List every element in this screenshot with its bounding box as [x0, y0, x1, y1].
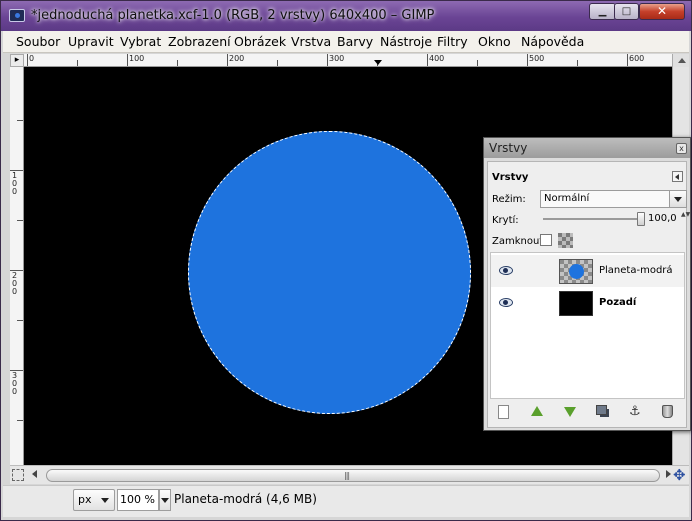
duplicate-layer-icon[interactable]: [596, 405, 607, 415]
layer-thumbnail: [559, 259, 593, 284]
vertical-ruler[interactable]: 100 200 300: [10, 67, 24, 465]
menu-filtry[interactable]: Filtry: [437, 34, 468, 49]
delete-layer-icon[interactable]: [662, 405, 673, 418]
horizontal-ruler[interactable]: 0 100 200 300 400 500 600: [24, 54, 672, 67]
ruler-label: 300: [329, 54, 345, 63]
window-title: *jednoduchá planetka.xcf-1.0 (RGB, 2 vrs…: [31, 8, 435, 23]
pointer-position-marker: [374, 60, 382, 65]
layer-row-pozadi[interactable]: Pozadí: [491, 287, 684, 319]
scroll-right-arrow-icon[interactable]: [666, 470, 671, 478]
minimize-button[interactable]: ▁: [589, 3, 616, 20]
menu-upravit[interactable]: Upravit: [68, 34, 114, 49]
scroll-left-arrow-icon[interactable]: [32, 470, 37, 478]
zoom-dropdown-button[interactable]: [159, 489, 171, 511]
ruler-minor-tick: [77, 60, 78, 66]
menu-obrazek[interactable]: Obrázek: [234, 34, 286, 49]
ruler-tick: [227, 54, 228, 66]
raise-layer-icon[interactable]: [530, 405, 544, 419]
ruler-tick: [627, 54, 628, 66]
ruler-minor-tick: [17, 320, 23, 321]
ruler-minor-tick: [477, 60, 478, 66]
layer-name: Planeta-modrá: [599, 265, 673, 276]
layers-dialog-title: Vrstvy: [489, 141, 528, 155]
new-layer-icon[interactable]: [498, 405, 509, 419]
chevron-down-icon: [101, 498, 109, 503]
layer-list: Planeta-modrá Pozadí: [490, 252, 685, 399]
status-bar: px 100 % Planeta-modrá (4,6 MB): [3, 485, 689, 517]
navigate-icon[interactable]: ✥: [673, 467, 686, 483]
menu-nastroje[interactable]: Nástroje: [380, 34, 432, 49]
ruler-label: 400: [429, 54, 445, 63]
menu-barvy[interactable]: Barvy: [337, 34, 373, 49]
ruler-tick: [127, 54, 128, 66]
dock-menu-button[interactable]: [672, 171, 683, 182]
eye-icon[interactable]: [499, 266, 513, 275]
ruler-tick: [27, 54, 28, 66]
unit-select[interactable]: px: [73, 489, 115, 511]
ruler-label: 600: [629, 54, 645, 63]
ruler-label: 0: [29, 54, 35, 63]
menu-zobrazeni[interactable]: Zobrazení: [168, 34, 231, 49]
menu-okno[interactable]: Okno: [478, 34, 511, 49]
layers-dialog-title-bar[interactable]: Vrstvy x: [484, 138, 690, 158]
scrollbar-grip[interactable]: |||: [344, 471, 350, 480]
anchor-layer-icon[interactable]: ⚓: [629, 405, 643, 419]
layer-row-planeta-modra[interactable]: Planeta-modrá: [491, 255, 684, 287]
ruler-label: 300: [12, 371, 18, 396]
ruler-minor-tick: [577, 60, 578, 66]
ruler-minor-tick: [17, 120, 23, 121]
menu-soubor[interactable]: Soubor: [16, 34, 60, 49]
menu-napoveda[interactable]: Nápověda: [521, 34, 584, 49]
maximize-button[interactable]: □: [614, 3, 639, 20]
menu-bar: Soubor Upravit Vybrat Zobrazení Obrázek …: [3, 31, 689, 53]
opacity-label: Krytí:: [492, 215, 519, 226]
layer-thumbnail: [559, 291, 593, 316]
horizontal-scrollbar[interactable]: |||: [46, 469, 660, 482]
mode-select[interactable]: Normální: [540, 190, 687, 208]
lock-alpha-icon[interactable]: [558, 233, 573, 248]
gimp-app-icon[interactable]: [9, 9, 25, 22]
opacity-slider-thumb[interactable]: [637, 212, 645, 226]
ruler-label: 100: [12, 171, 18, 196]
ruler-label: 200: [229, 54, 245, 63]
zoom-to-fit-button[interactable]: [672, 54, 689, 67]
opacity-slider-track[interactable]: [543, 218, 643, 220]
menu-vybrat[interactable]: Vybrat: [120, 34, 161, 49]
lock-label: Zamknout:: [492, 236, 547, 247]
chevron-down-icon: [669, 191, 686, 207]
close-button[interactable]: ✕: [639, 3, 685, 20]
ruler-label: 200: [12, 271, 18, 296]
unit-value: px: [78, 493, 92, 506]
ruler-tick: [527, 54, 528, 66]
layer-name: Pozadí: [599, 297, 637, 308]
layers-dock: Vrstvy Režim: Normální Krytí: 100,0 ▲▼ Z…: [487, 161, 690, 428]
menu-vrstva[interactable]: Vrstva: [291, 34, 331, 49]
ruler-label: 500: [529, 54, 545, 63]
layer-actions-bar: ⚓: [490, 402, 685, 424]
mode-value: Normální: [544, 193, 590, 204]
mode-label: Režim:: [492, 194, 526, 205]
ruler-corner-menu-button[interactable]: ▸: [10, 54, 24, 67]
ruler-minor-tick: [17, 420, 23, 421]
selection-marching-ants: [188, 131, 471, 414]
layers-dialog: Vrstvy x Vrstvy Režim: Normální Krytí: 1…: [483, 137, 691, 431]
ruler-label: 100: [129, 54, 145, 63]
horizontal-scroll-row: ||| ✥: [10, 465, 689, 484]
lock-pixels-checkbox[interactable]: [540, 234, 552, 246]
quick-mask-toggle-icon[interactable]: [12, 469, 24, 481]
ruler-minor-tick: [17, 220, 23, 221]
zoom-input[interactable]: 100 %: [117, 489, 159, 511]
dock-title: Vrstvy: [492, 172, 529, 183]
ruler-minor-tick: [277, 60, 278, 66]
opacity-value[interactable]: 100,0: [648, 213, 677, 224]
ruler-tick: [327, 54, 328, 66]
opacity-spinner[interactable]: ▲▼: [681, 212, 690, 226]
lower-layer-icon[interactable]: [563, 405, 577, 419]
eye-icon[interactable]: [499, 298, 513, 307]
layers-close-button[interactable]: x: [676, 143, 687, 154]
ruler-tick: [427, 54, 428, 66]
status-text: Planeta-modrá (4,6 MB): [174, 492, 317, 506]
title-bar[interactable]: *jednoduchá planetka.xcf-1.0 (RGB, 2 vrs…: [1, 1, 691, 31]
ruler-minor-tick: [177, 60, 178, 66]
